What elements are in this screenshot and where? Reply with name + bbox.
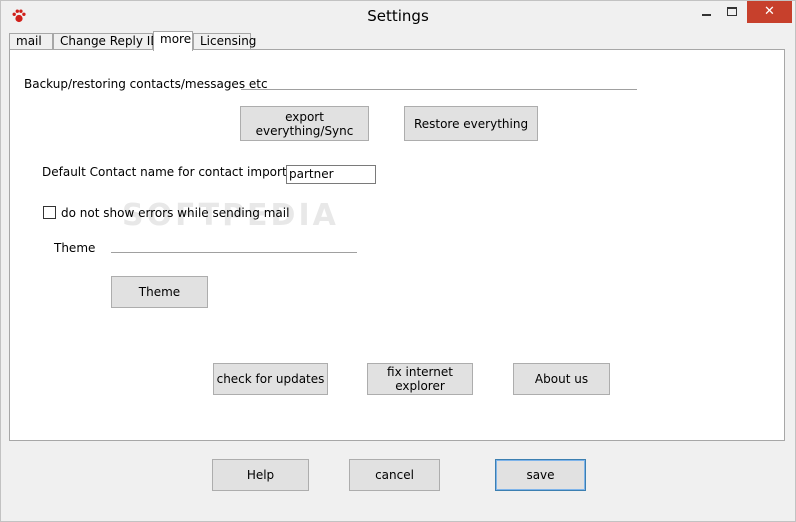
tab-change-reply-id[interactable]: Change Reply ID xyxy=(53,33,160,50)
window-title: Settings xyxy=(367,7,429,25)
tab-licensing[interactable]: Licensing xyxy=(193,33,256,50)
fix-internet-explorer-button[interactable]: fix internet explorer xyxy=(367,363,473,395)
export-everything-button[interactable]: export everything/Sync xyxy=(240,106,369,141)
settings-window: Settings ✕ mail Change Reply ID more Lic… xyxy=(0,0,796,522)
backup-label: Backup/restoring contacts/messages etc xyxy=(24,77,268,91)
errors-checkbox[interactable] xyxy=(43,206,56,219)
help-button[interactable]: Help xyxy=(212,459,309,491)
more-tab-panel: SOFTPEDIA Backup/restoring contacts/mess… xyxy=(9,49,785,441)
about-us-button[interactable]: About us xyxy=(513,363,610,395)
tab-more[interactable]: more xyxy=(153,31,193,51)
save-button[interactable]: save xyxy=(495,459,586,491)
minimize-icon xyxy=(702,14,711,16)
tab-mail[interactable]: mail xyxy=(9,33,53,50)
errors-checkbox-label[interactable]: do not show errors while sending mail xyxy=(61,206,289,220)
cancel-button[interactable]: cancel xyxy=(349,459,440,491)
theme-button[interactable]: Theme xyxy=(111,276,208,308)
close-icon: ✕ xyxy=(764,4,775,19)
minimize-button[interactable] xyxy=(693,1,719,23)
title-bar[interactable]: Settings ✕ xyxy=(1,1,795,31)
default-contact-label: Default Contact name for contact imports xyxy=(42,165,293,179)
default-contact-input[interactable]: partner xyxy=(286,165,376,184)
backup-separator xyxy=(241,89,637,90)
check-updates-button[interactable]: check for updates xyxy=(213,363,328,395)
maximize-icon xyxy=(727,7,737,16)
maximize-button[interactable] xyxy=(719,1,745,23)
close-button[interactable]: ✕ xyxy=(747,1,792,23)
theme-separator xyxy=(111,252,357,253)
restore-everything-button[interactable]: Restore everything xyxy=(404,106,538,141)
theme-label: Theme xyxy=(54,241,96,255)
